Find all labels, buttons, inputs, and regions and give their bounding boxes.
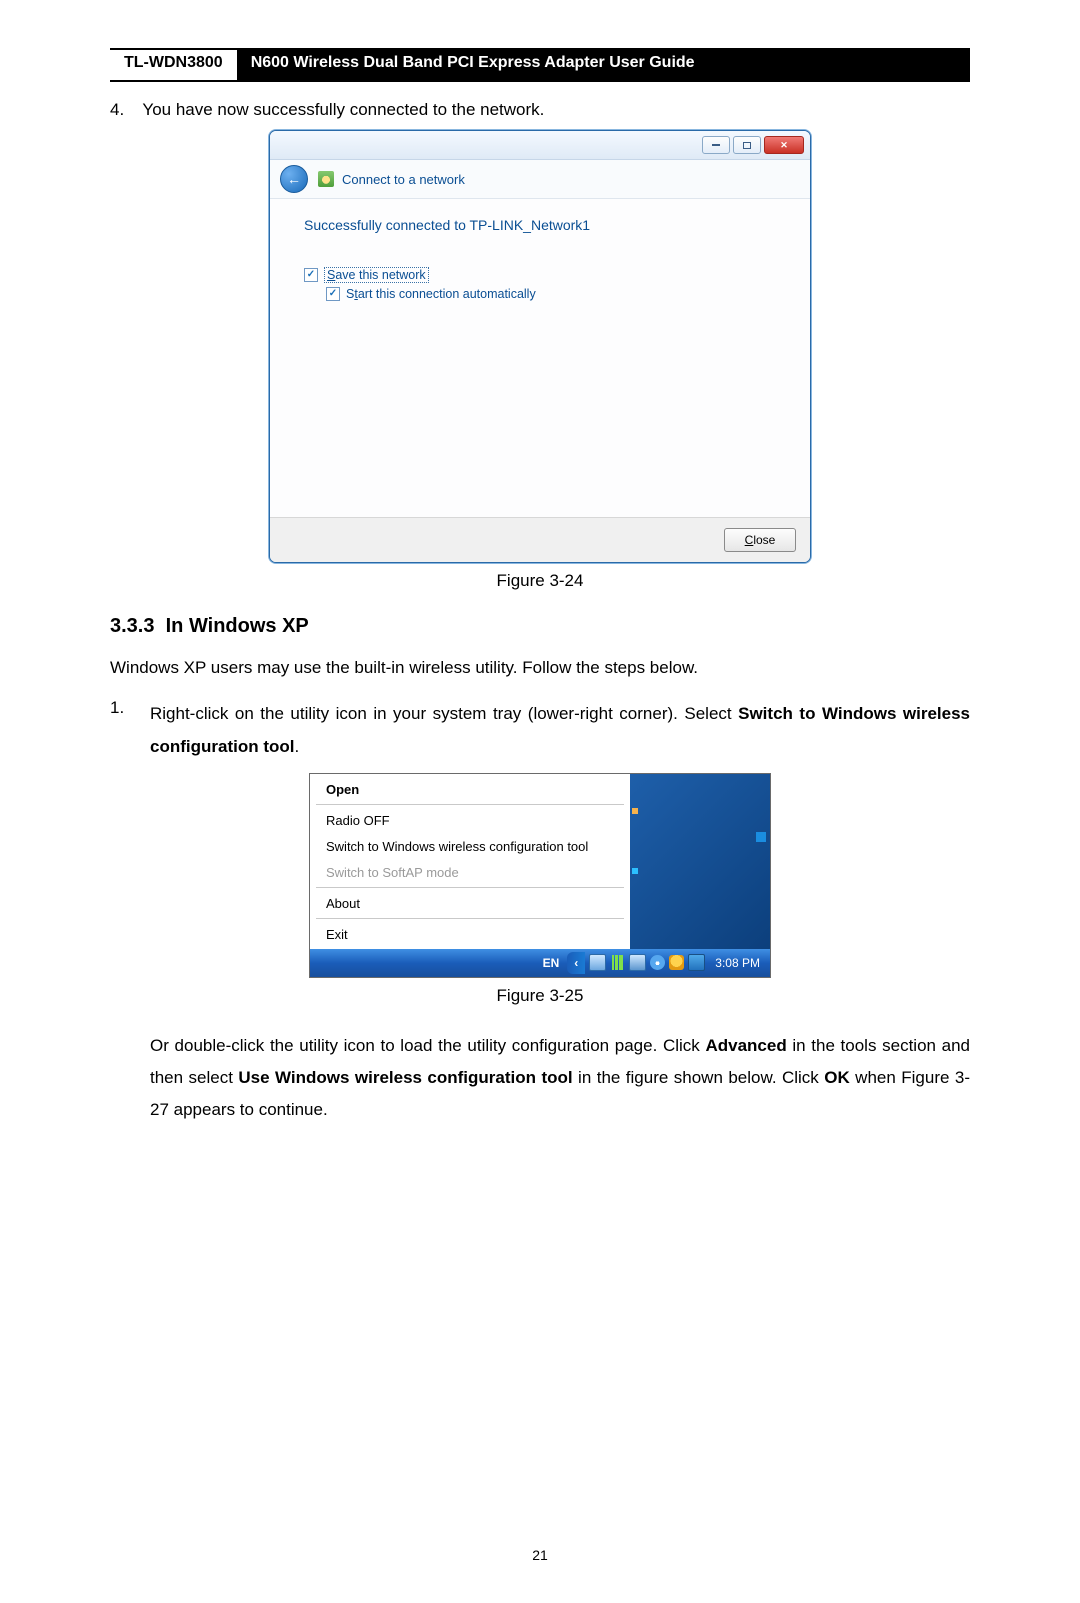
network-icon — [318, 171, 334, 187]
step-4: 4. You have now successfully connected t… — [110, 100, 970, 120]
auto-start-label: Start this connection automatically — [346, 287, 536, 301]
step-1: 1. Right-click on the utility icon in yo… — [110, 698, 970, 763]
minimize-button[interactable] — [702, 136, 730, 154]
step-number: 1. — [110, 698, 150, 763]
dialog-footer: Close — [270, 517, 810, 562]
menu-exit[interactable]: Exit — [310, 921, 630, 947]
menu-separator — [316, 804, 624, 805]
menu-about[interactable]: About — [310, 890, 630, 916]
menu-open[interactable]: Open — [310, 776, 630, 802]
dialog-nav-row: ← Connect to a network — [270, 160, 810, 199]
xp-tray-figure: Open Radio OFF Switch to Windows wireles… — [309, 773, 771, 978]
tray-network-icon[interactable] — [650, 955, 665, 970]
tray-device-icon[interactable] — [688, 954, 705, 971]
tray-shield-icon[interactable] — [669, 955, 684, 970]
tray-display-icon[interactable] — [629, 954, 646, 971]
step-text: You have now successfully connected to t… — [142, 100, 544, 119]
save-network-row[interactable]: Save this network — [304, 267, 786, 283]
step-text: Right-click on the utility icon in your … — [150, 698, 970, 763]
menu-switch-windows[interactable]: Switch to Windows wireless configuration… — [310, 833, 630, 859]
vista-dialog: ✕ ← Connect to a network Successfully co… — [269, 130, 811, 563]
tray-expand-icon[interactable] — [567, 952, 585, 974]
document-page: TL-WDN3800 N600 Wireless Dual Band PCI E… — [0, 0, 1080, 1603]
auto-start-checkbox[interactable] — [326, 287, 340, 301]
section-heading: 3.3.3 In Windows XP — [110, 615, 970, 638]
step-number: 4. — [110, 100, 138, 120]
save-network-checkbox[interactable] — [304, 268, 318, 282]
doc-title: N600 Wireless Dual Band PCI Express Adap… — [237, 50, 970, 80]
auto-start-row[interactable]: Start this connection automatically — [326, 287, 786, 301]
tray-icons — [589, 954, 705, 971]
page-header: TL-WDN3800 N600 Wireless Dual Band PCI E… — [110, 48, 970, 82]
model-number: TL-WDN3800 — [110, 50, 237, 80]
context-menu: Open Radio OFF Switch to Windows wireles… — [310, 774, 630, 949]
desktop-slice — [630, 774, 770, 949]
menu-softap: Switch to SoftAP mode — [310, 859, 630, 885]
menu-separator — [316, 887, 624, 888]
language-indicator[interactable]: EN — [539, 954, 564, 972]
success-message: Successfully connected to TP-LINK_Networ… — [304, 217, 786, 233]
section-number: 3.3.3 — [110, 615, 154, 637]
xp-intro: Windows XP users may use the built-in wi… — [110, 652, 970, 684]
xp-menu-area: Open Radio OFF Switch to Windows wireles… — [310, 774, 770, 949]
figure-3-24-caption: Figure 3-24 — [110, 571, 970, 591]
maximize-button[interactable] — [733, 136, 761, 154]
tray-monitor-icon[interactable] — [589, 954, 606, 971]
taskbar-clock[interactable]: 3:08 PM — [711, 956, 764, 970]
window-titlebar: ✕ — [270, 131, 810, 160]
back-button[interactable]: ← — [280, 165, 308, 193]
save-network-label: Save this network — [324, 267, 429, 283]
page-number: 21 — [110, 1547, 970, 1563]
dialog-title: Connect to a network — [342, 172, 465, 187]
dialog-body: Successfully connected to TP-LINK_Networ… — [270, 199, 810, 517]
close-window-button[interactable]: ✕ — [764, 136, 804, 154]
tray-signal-icon[interactable] — [610, 955, 625, 970]
xp-taskbar: EN 3:08 PM — [310, 949, 770, 977]
menu-separator — [316, 918, 624, 919]
menu-radio-off[interactable]: Radio OFF — [310, 807, 630, 833]
close-button[interactable]: Close — [724, 528, 796, 552]
section-title: In Windows XP — [166, 615, 309, 637]
alt-instructions: Or double-click the utility icon to load… — [150, 1030, 970, 1127]
figure-3-25-caption: Figure 3-25 — [110, 986, 970, 1006]
